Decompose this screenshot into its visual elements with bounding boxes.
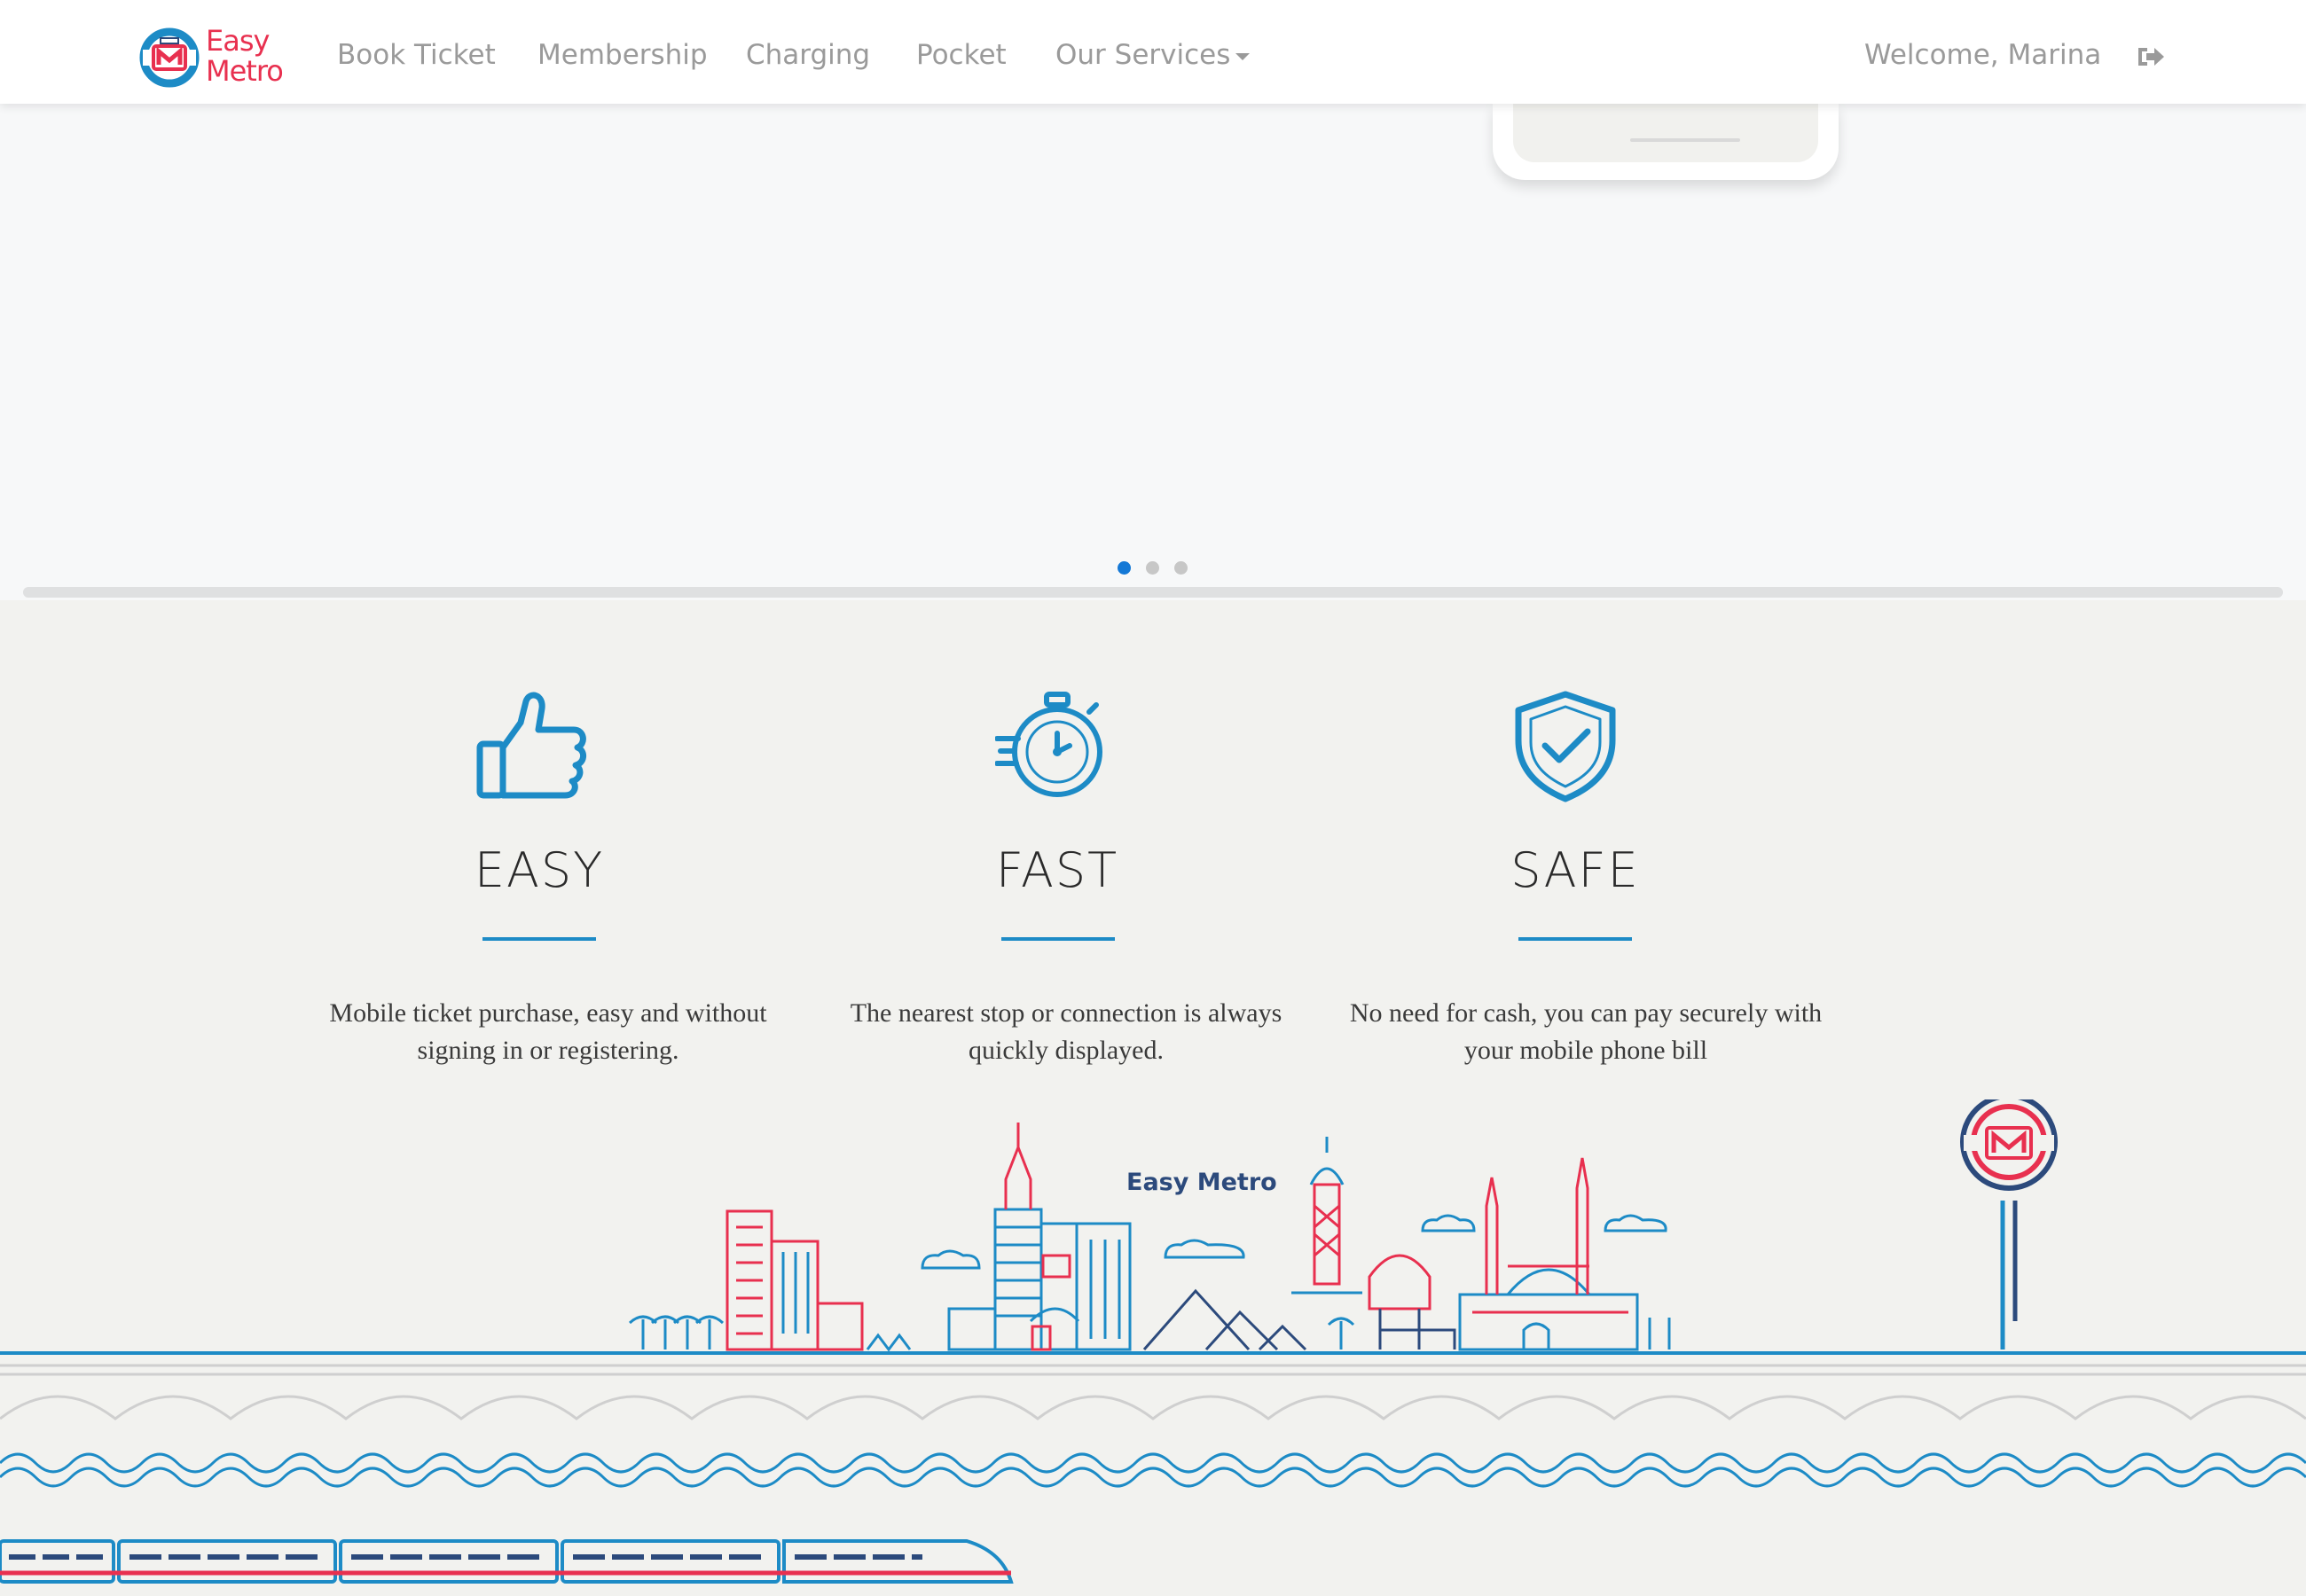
brand-name-line1: Easy [206,24,270,58]
feature-title-fast: FAST [995,842,1119,898]
feature-title-safe: SAFE [1510,842,1640,898]
palm-trees-left [628,1315,725,1350]
carousel-dot-2[interactable] [1146,561,1159,575]
bridge [0,1351,2306,1488]
feature-desc-safe: No need for cash, you can pay securely w… [1349,998,1823,1065]
feature-underline-easy [482,937,596,941]
nav-our-services-dropdown[interactable]: Our Services [1055,39,1251,71]
pyramids [1142,1288,1307,1351]
logout-icon [2138,48,2164,66]
carousel-progress-track [23,587,2283,598]
brand-name-line2: Metro [206,54,284,88]
easy-metro-logo[interactable]: Easy Metro [137,22,293,91]
logout-button[interactable] [2136,44,2166,69]
hero-carousel [0,104,2306,600]
cairo-tower [1313,1183,1341,1286]
nav-our-services-label: Our Services [1055,39,1231,71]
phone-home-indicator [1630,138,1740,142]
feature-desc-fast: The nearest stop or connection is always… [850,998,1282,1065]
phone-screen [1513,104,1818,162]
nav-membership[interactable]: Membership [537,39,708,71]
mosque [1458,1268,1671,1351]
nav-book-ticket[interactable]: Book Ticket [337,39,496,71]
shield-check-icon [1508,689,1623,804]
nav-pocket[interactable]: Pocket [916,39,1007,71]
carousel-dot-3[interactable] [1174,561,1188,575]
nav-charging[interactable]: Charging [746,39,870,71]
feature-underline-safe [1518,937,1632,941]
metro-train [0,1539,1014,1584]
chevron-down-icon [1235,52,1251,60]
brand-name: Easy Metro [206,24,284,88]
metro-stop-sign [1960,1099,2058,1350]
phone-mockup [1493,104,1839,180]
illustration-label: Easy Metro [1126,1169,1277,1196]
metro-logo-icon [139,27,200,88]
feature-title-easy: EASY [474,842,605,898]
central-tower [947,1208,1132,1351]
feature-underline-fast [1001,937,1115,941]
carousel-dot-1[interactable] [1118,561,1131,575]
thumbs-up-icon [475,689,590,804]
top-navbar: Easy Metro Book Ticket Membership Chargi… [0,0,2306,104]
feature-desc-easy: Mobile ticket purchase, easy and without… [329,998,767,1065]
welcome-user-text: Welcome, Marina [1864,39,2102,71]
stopwatch-icon [994,689,1110,804]
